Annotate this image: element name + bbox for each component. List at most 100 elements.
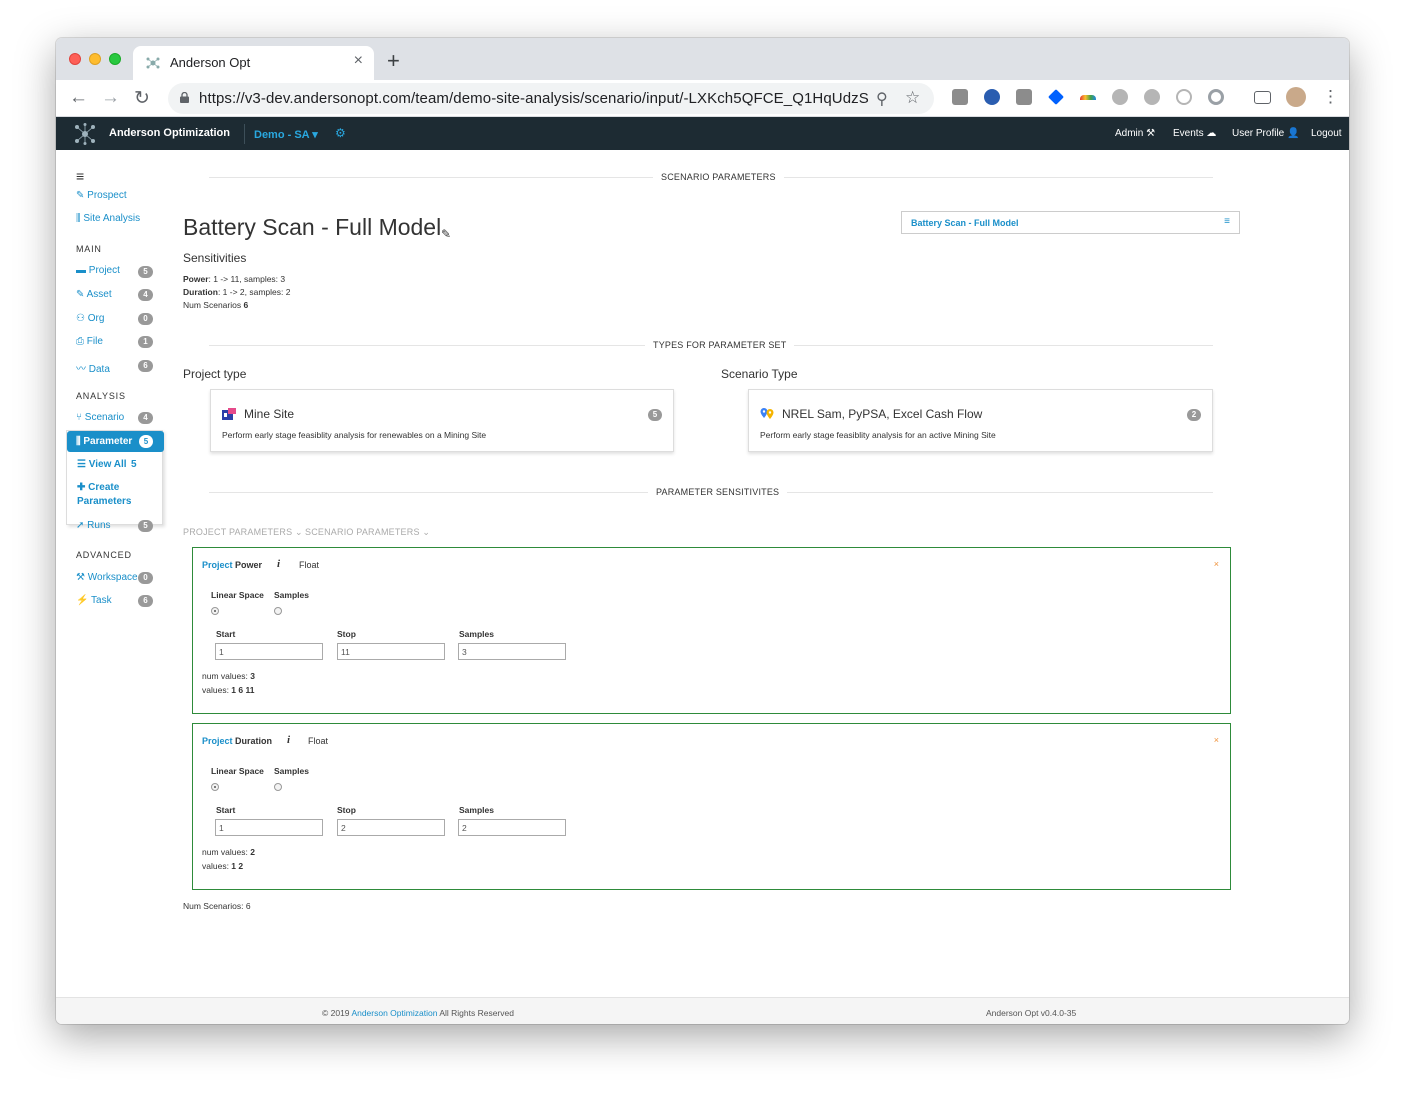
close-icon[interactable]: × xyxy=(1214,559,1219,569)
close-window-button[interactable] xyxy=(69,53,81,65)
extension-g-icon[interactable] xyxy=(952,89,968,105)
scenario-parameters-dropdown[interactable]: SCENARIO PARAMETERS ⌄ xyxy=(305,527,430,538)
project-type-name: Mine Site xyxy=(244,407,295,421)
samples-mode-radio[interactable] xyxy=(274,607,282,615)
create-parameters-link[interactable]: ✚ Create xyxy=(77,482,119,493)
bookmark-star-icon[interactable]: ☆ xyxy=(905,88,920,108)
sidebar-item-org[interactable]: ⚇ Org xyxy=(76,313,104,324)
extension-bolt-icon[interactable] xyxy=(984,89,1000,105)
start-label: Start xyxy=(216,805,236,815)
sidebar-item-data[interactable]: 〰 Data xyxy=(76,360,110,375)
num-values-text: num values: 3 xyxy=(202,671,255,681)
linear-space-label: Linear Space xyxy=(211,590,264,600)
info-icon[interactable]: i xyxy=(287,734,290,746)
values-text: values: 1 6 11 xyxy=(202,685,255,695)
stop-label: Stop xyxy=(337,805,356,815)
sidebar-item-site-analysis[interactable]: ⫼ Site Analysis xyxy=(76,213,140,224)
events-menu[interactable]: Events ☁ xyxy=(1173,128,1216,139)
scenario-type-card[interactable]: NREL Sam, PyPSA, Excel Cash Flow Perform… xyxy=(748,389,1213,452)
scenario-select[interactable]: Battery Scan - Full Model ≡ xyxy=(901,211,1240,234)
minimize-window-button[interactable] xyxy=(89,53,101,65)
logout-link[interactable]: Logout xyxy=(1311,128,1342,139)
extension-ring-icon[interactable] xyxy=(1208,89,1224,105)
linear-space-label: Linear Space xyxy=(211,766,264,776)
browser-tab[interactable]: Anderson Opt × xyxy=(133,46,374,80)
sidebar-item-scenario[interactable]: ⑂ Scenario xyxy=(76,412,124,423)
page-footer: © 2019 Anderson Optimization All Rights … xyxy=(56,997,1349,1024)
power-summary: Power: 1 -> 11, samples: 3 xyxy=(183,274,286,284)
profile-avatar[interactable] xyxy=(1286,87,1306,107)
admin-menu[interactable]: Admin ⚒ xyxy=(1115,128,1155,139)
sidebar-item-asset[interactable]: ✎ Asset xyxy=(76,289,112,300)
sidebar-item-runs[interactable]: ➚ Runs xyxy=(76,520,111,531)
anderson-logo-icon[interactable] xyxy=(73,122,97,146)
task-count-badge: 6 xyxy=(138,595,153,607)
lock-icon xyxy=(180,92,189,103)
sidebar-heading-advanced: ADVANCED xyxy=(76,550,132,560)
start-label: Start xyxy=(216,629,236,639)
linear-space-radio[interactable] xyxy=(211,783,219,791)
info-icon[interactable]: i xyxy=(277,558,280,570)
extension-u-icon[interactable] xyxy=(1112,89,1128,105)
brand-name[interactable]: Anderson Optimization xyxy=(109,127,230,139)
samples-mode-radio[interactable] xyxy=(274,783,282,791)
edit-title-icon[interactable]: ✎ xyxy=(441,227,451,241)
sidebar-item-parameter[interactable]: ⫼ Parameter 5 xyxy=(67,431,164,452)
address-bar[interactable]: https://v3-dev.andersonopt.com/team/demo… xyxy=(168,83,934,114)
close-icon[interactable]: × xyxy=(1214,735,1219,745)
extension-circle-icon[interactable] xyxy=(1144,89,1160,105)
types-header: TYPES FOR PARAMETER SET xyxy=(645,340,795,350)
scenario-type-name: NREL Sam, PyPSA, Excel Cash Flow xyxy=(782,407,983,421)
project-parameters-dropdown[interactable]: PROJECT PARAMETERS ⌄ xyxy=(183,527,303,538)
samples-input[interactable]: 2 xyxy=(458,819,566,836)
sidebar-item-workspace[interactable]: ⚒ Workspace xyxy=(76,572,138,583)
copyright-text: © 2019 Anderson Optimization All Rights … xyxy=(322,1008,514,1018)
sidebar-item-file[interactable]: ⎙ File xyxy=(76,336,103,347)
stop-input[interactable]: 11 xyxy=(337,643,445,660)
project-type-card[interactable]: Mine Site Perform early stage feasiblity… xyxy=(210,389,674,452)
user-profile-menu[interactable]: User Profile 👤 xyxy=(1232,128,1299,139)
start-input[interactable]: 1 xyxy=(215,643,323,660)
zoom-window-button[interactable] xyxy=(109,53,121,65)
view-all-link[interactable]: ☰ View All xyxy=(77,459,127,470)
sidebar-item-project[interactable]: ▬ Project xyxy=(76,265,120,276)
num-values-text: num values: 2 xyxy=(202,847,255,857)
extension-target-icon[interactable] xyxy=(1176,89,1192,105)
start-input[interactable]: 1 xyxy=(215,819,323,836)
file-count-badge: 1 xyxy=(138,336,153,348)
gear-icon[interactable]: ⚙ xyxy=(335,126,346,140)
stop-input[interactable]: 2 xyxy=(337,819,445,836)
tab-strip: Anderson Opt × + xyxy=(56,38,1349,80)
samples-input[interactable]: 3 xyxy=(458,643,566,660)
linear-space-radio[interactable] xyxy=(211,607,219,615)
sidebar-item-task[interactable]: ⚡ Task xyxy=(76,595,112,606)
zoom-icon[interactable]: ⚲ xyxy=(876,89,888,109)
parameter-card-power: Project Power i Float × Linear Space Sam… xyxy=(192,547,1231,714)
extension-k-icon[interactable] xyxy=(1016,89,1032,105)
create-parameters-link-line2[interactable]: Parameters xyxy=(77,496,131,507)
project-type-heading: Project type xyxy=(183,367,247,381)
scenario-parameters-header: SCENARIO PARAMETERS xyxy=(653,172,784,182)
extension-rainbow-icon[interactable] xyxy=(1080,95,1096,100)
cast-icon[interactable] xyxy=(1254,91,1271,104)
scenario-type-badge: 2 xyxy=(1187,409,1201,421)
sidebar-item-prospect[interactable]: ✎ Prospect xyxy=(76,190,127,201)
samples-mode-label: Samples xyxy=(274,766,309,776)
menu-icon[interactable]: ≡ xyxy=(76,168,84,184)
view-all-count: 5 xyxy=(131,459,137,470)
reload-button[interactable]: ↻ xyxy=(134,87,150,110)
back-button[interactable]: ← xyxy=(69,87,88,109)
sensitivities-heading: Sensitivities xyxy=(183,251,247,265)
new-tab-button[interactable]: + xyxy=(387,48,400,74)
version-text: Anderson Opt v0.4.0-35 xyxy=(986,1008,1077,1018)
team-dropdown[interactable]: Demo - SA ▾ xyxy=(254,128,318,141)
browser-menu-icon[interactable]: ⋮ xyxy=(1322,87,1339,107)
sensitivities-header: PARAMETER SENSITIVITES xyxy=(648,487,788,497)
mine-site-icon xyxy=(222,408,236,420)
forward-button[interactable]: → xyxy=(101,87,120,109)
tab-close-icon[interactable]: × xyxy=(354,52,363,70)
duration-summary: Duration: 1 -> 2, samples: 2 xyxy=(183,287,291,297)
company-link[interactable]: Anderson Optimization xyxy=(351,1008,437,1018)
url-text[interactable]: https://v3-dev.andersonopt.com/team/demo… xyxy=(199,90,869,107)
navbar-divider xyxy=(244,124,245,144)
